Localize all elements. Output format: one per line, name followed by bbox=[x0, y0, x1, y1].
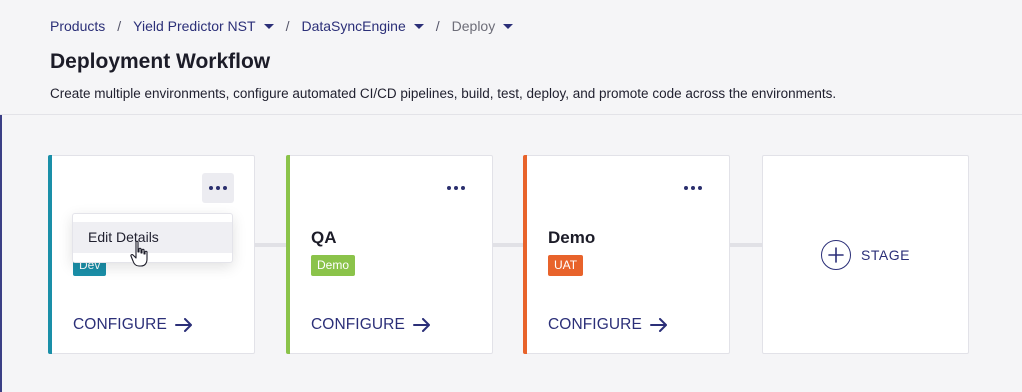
more-horizontal-icon[interactable] bbox=[684, 186, 702, 190]
stage-accent-bar bbox=[523, 155, 527, 354]
stage-name: Demo bbox=[548, 228, 596, 247]
breadcrumb-separator: / bbox=[117, 18, 122, 34]
stage-connector bbox=[491, 243, 524, 247]
breadcrumb-products[interactable]: Products bbox=[50, 18, 105, 34]
arrow-right-icon[interactable] bbox=[649, 318, 668, 332]
breadcrumb-separator: / bbox=[285, 18, 290, 34]
breadcrumb-label[interactable]: DataSyncEngine bbox=[301, 18, 405, 34]
stage-card-qa: QA Demo CONFIGURE bbox=[286, 155, 493, 354]
more-options-button[interactable] bbox=[202, 173, 234, 203]
add-stage-card[interactable]: STAGE bbox=[762, 155, 969, 354]
environment-tag: UAT bbox=[548, 255, 584, 276]
add-stage-label[interactable]: STAGE bbox=[861, 247, 910, 263]
page-title: Deployment Workflow bbox=[50, 50, 271, 73]
breadcrumb-label[interactable]: Deploy bbox=[452, 18, 496, 34]
menu-item-edit-details[interactable]: Edit Details bbox=[73, 222, 232, 253]
caret-down-icon[interactable] bbox=[503, 23, 514, 29]
page-subtitle: Create multiple environments, configure … bbox=[50, 86, 837, 101]
stage-name: QA bbox=[311, 228, 337, 247]
configure-label[interactable]: CONFIGURE bbox=[73, 316, 167, 334]
breadcrumb-label[interactable]: Products bbox=[50, 18, 105, 34]
caret-down-icon[interactable] bbox=[263, 23, 274, 29]
configure-label[interactable]: CONFIGURE bbox=[311, 316, 405, 334]
stage-connector bbox=[253, 243, 288, 247]
breadcrumb-current[interactable]: Deploy bbox=[452, 18, 514, 34]
more-horizontal-icon[interactable] bbox=[209, 186, 227, 190]
configure-button[interactable]: CONFIGURE bbox=[548, 316, 668, 334]
stage-accent-bar bbox=[286, 155, 290, 354]
more-options-button[interactable] bbox=[440, 173, 472, 203]
breadcrumb-component[interactable]: DataSyncEngine bbox=[301, 18, 424, 34]
caret-down-icon[interactable] bbox=[413, 23, 424, 29]
plus-circle-icon[interactable] bbox=[821, 240, 851, 270]
breadcrumb-label[interactable]: Yield Predictor NST bbox=[133, 18, 255, 34]
context-menu: Edit Details bbox=[72, 213, 233, 263]
configure-label[interactable]: CONFIGURE bbox=[548, 316, 642, 334]
more-options-button[interactable] bbox=[677, 173, 709, 203]
arrow-right-icon[interactable] bbox=[174, 318, 193, 332]
breadcrumb-separator: / bbox=[435, 18, 440, 34]
page-header: Products / Yield Predictor NST / DataSyn… bbox=[0, 0, 1022, 115]
more-horizontal-icon[interactable] bbox=[447, 186, 465, 190]
plus-icon[interactable] bbox=[828, 247, 844, 263]
stage-accent-bar bbox=[48, 155, 52, 354]
breadcrumb: Products / Yield Predictor NST / DataSyn… bbox=[50, 16, 514, 36]
configure-button[interactable]: CONFIGURE bbox=[73, 316, 193, 334]
arrow-right-icon[interactable] bbox=[412, 318, 431, 332]
add-stage-button[interactable]: STAGE bbox=[821, 240, 910, 270]
breadcrumb-project[interactable]: Yield Predictor NST bbox=[133, 18, 274, 34]
configure-button[interactable]: CONFIGURE bbox=[311, 316, 431, 334]
hand-pointer-icon bbox=[130, 240, 148, 267]
environment-tag: Demo bbox=[311, 255, 356, 276]
stage-connector bbox=[728, 243, 762, 247]
stage-card-demo: Demo UAT CONFIGURE bbox=[523, 155, 730, 354]
